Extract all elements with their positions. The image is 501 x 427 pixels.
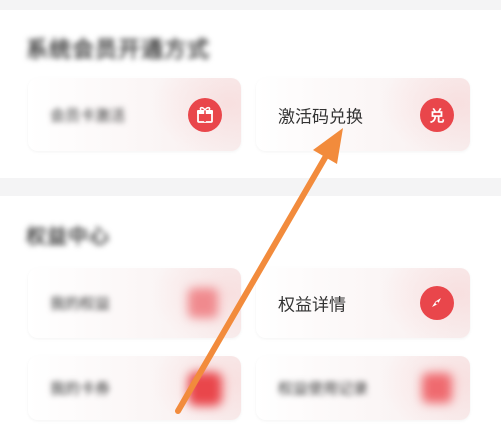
- annotation-arrow: [175, 128, 343, 414]
- arrow-head-icon: [313, 128, 343, 164]
